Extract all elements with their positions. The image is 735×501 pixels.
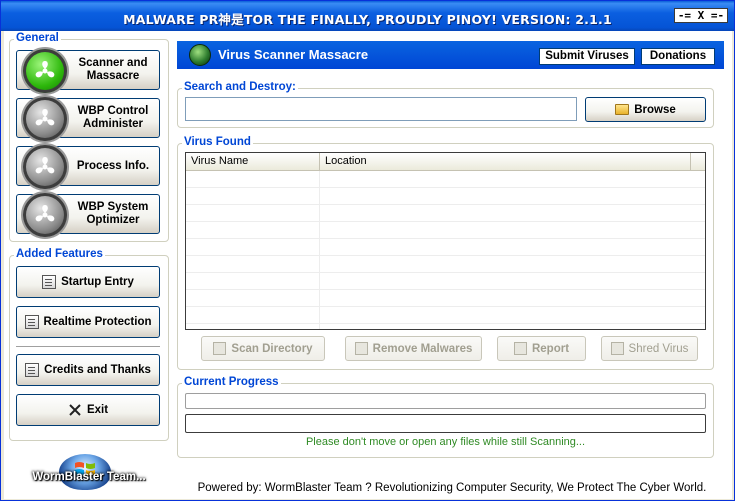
column-virus-name[interactable]: Virus Name: [186, 153, 320, 171]
exit-label: Exit: [86, 404, 109, 416]
scan-status-text: Please don't move or open any files whil…: [305, 436, 586, 448]
credits-button[interactable]: Credits and Thanks: [16, 354, 160, 386]
general-group-title: General: [14, 32, 61, 44]
section-title: Virus Scanner Massacre: [218, 47, 369, 62]
nav-process-label: Process Info.: [76, 159, 150, 172]
report-label: Report: [531, 342, 570, 355]
realtime-protection-label: Realtime Protection: [43, 316, 152, 328]
report-button[interactable]: Report: [497, 336, 586, 361]
fan-icon: [35, 109, 55, 126]
close-x-icon: [69, 404, 81, 416]
grey-fan-orb-icon: [23, 145, 67, 189]
section-header: Virus Scanner Massacre Submit Viruses Do…: [177, 41, 724, 69]
scan-icon: [213, 342, 227, 355]
nav-scanner-button[interactable]: Scanner and Massacre: [16, 49, 160, 93]
exit-button[interactable]: Exit: [16, 394, 160, 426]
document-icon: [42, 275, 57, 289]
report-icon: [513, 342, 527, 355]
shred-virus-button[interactable]: Shred Virus: [601, 336, 698, 361]
nav-control-button[interactable]: WBP Control Administer: [16, 97, 160, 141]
footer-text: Powered by: WormBlaster Team ? Revolutio…: [197, 482, 707, 494]
donations-button[interactable]: Donations: [641, 48, 715, 65]
virus-list-rows: [186, 171, 705, 329]
folder-icon: [615, 104, 630, 115]
shred-icon: [610, 342, 624, 355]
nav-optimizer-label: WBP System Optimizer: [77, 201, 149, 226]
features-divider: [16, 346, 160, 347]
scan-directory-button[interactable]: Scan Directory: [201, 336, 325, 361]
wormblaster-logo: WormBlaster Team...: [26, 454, 152, 494]
scan-directory-label: Scan Directory: [231, 342, 313, 355]
added-features-title: Added Features: [14, 248, 105, 260]
grey-fan-orb-icon: [23, 193, 67, 237]
document-icon: [24, 315, 39, 329]
remove-malwares-button[interactable]: Remove Malwares: [345, 336, 482, 361]
nav-scanner-label: Scanner and Massacre: [78, 57, 148, 82]
document-icon: [25, 363, 40, 377]
app-window: MALWARE PR神是TOR THE FINALLY, PROUDLY PIN…: [0, 0, 735, 501]
virus-list[interactable]: Virus Name Location: [185, 152, 706, 330]
fan-icon: [35, 61, 55, 78]
general-group: General Scanner and Massacre WBP Control A…: [9, 32, 169, 242]
credits-label: Credits and Thanks: [44, 364, 151, 376]
realtime-protection-button[interactable]: Realtime Protection: [16, 306, 160, 338]
progress-bar-top: [185, 393, 706, 409]
virus-found-title: Virus Found: [182, 136, 253, 148]
client-area: General Scanner and Massacre WBP Control A…: [4, 31, 732, 499]
submit-viruses-button[interactable]: Submit Viruses: [539, 48, 635, 65]
fan-icon: [35, 205, 55, 222]
trash-icon: [354, 342, 368, 355]
fan-icon: [35, 157, 55, 174]
search-path-input[interactable]: [185, 97, 577, 121]
search-group-title: Search and Destroy:: [182, 81, 298, 93]
progress-bar-bottom: [185, 414, 706, 433]
globe-icon: [189, 44, 211, 66]
startup-entry-button[interactable]: Startup Entry: [16, 266, 160, 298]
window-control-button[interactable]: -= X =-: [674, 8, 728, 23]
progress-group-title: Current Progress: [182, 376, 281, 388]
title-bar[interactable]: MALWARE PR神是TOR THE FINALLY, PROUDLY PIN…: [1, 1, 734, 31]
column-separator: [319, 171, 320, 329]
startup-entry-label: Startup Entry: [61, 276, 134, 288]
added-features-group: Added Features Startup Entry Realtime Pr…: [9, 248, 169, 441]
browse-button[interactable]: Browse: [585, 97, 706, 122]
browse-label: Browse: [634, 103, 676, 116]
window-title: MALWARE PR神是TOR THE FINALLY, PROUDLY PIN…: [123, 12, 612, 27]
nav-process-button[interactable]: Process Info.: [16, 145, 160, 189]
nav-optimizer-button[interactable]: WBP System Optimizer: [16, 193, 160, 237]
green-fan-orb-icon: [23, 49, 67, 93]
remove-malwares-label: Remove Malwares: [372, 342, 473, 355]
grey-fan-orb-icon: [23, 97, 67, 141]
logo-text: WormBlaster Team...: [32, 471, 146, 483]
column-location[interactable]: Location: [320, 153, 691, 171]
virus-list-header: Virus Name Location: [186, 153, 705, 171]
nav-control-label: WBP Control Administer: [77, 105, 149, 130]
shred-virus-label: Shred Virus: [628, 342, 689, 355]
